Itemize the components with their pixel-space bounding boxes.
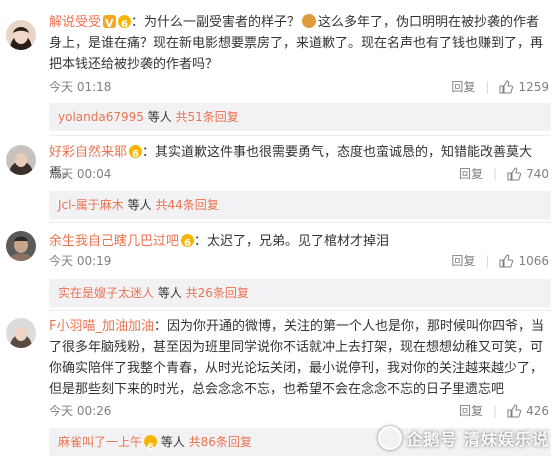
thumbs-up-icon[interactable] bbox=[507, 403, 522, 418]
avatar[interactable] bbox=[6, 145, 36, 175]
avatar[interactable] bbox=[6, 318, 36, 348]
comment-meta: 今天 01:18 回复 | 1259 bbox=[49, 78, 549, 95]
member-crown-icon bbox=[118, 14, 132, 35]
sub-reply-summary[interactable]: 实在是嫂子太迷人 等人 共26条回复 bbox=[49, 279, 551, 307]
divider bbox=[49, 135, 551, 136]
monkey-emoji-icon bbox=[302, 14, 317, 28]
reply-button[interactable]: 回复 bbox=[459, 402, 483, 419]
like-count: 1066 bbox=[518, 253, 549, 268]
sub-reply-count-link[interactable]: 共51条回复 bbox=[176, 110, 239, 124]
avatar[interactable] bbox=[6, 20, 36, 50]
watermark: 企鹅号 清妹娱乐说 bbox=[378, 426, 549, 450]
penguin-logo-icon bbox=[378, 426, 403, 450]
member-crown-icon bbox=[144, 434, 158, 462]
reply-button[interactable]: 回复 bbox=[451, 78, 475, 95]
comment-text: 余生我自己瞎几巴过吧：太迟了，兄弟。见了棺材才掉泪 bbox=[49, 231, 549, 254]
like-count: 426 bbox=[526, 403, 549, 418]
comment-meta: 今天 00:19 回复 | 1066 bbox=[49, 252, 549, 269]
comment-text: 解说受受：为什么一副受害者的样子？这么多年了，伪口明明在被抄袭的作者身上，是谁在… bbox=[49, 12, 549, 75]
timestamp: 今天 01:18 bbox=[49, 80, 112, 94]
member-crown-icon bbox=[181, 233, 195, 254]
divider bbox=[49, 222, 551, 223]
avatar[interactable] bbox=[6, 231, 36, 261]
timestamp: 今天 00:26 bbox=[49, 404, 112, 418]
sub-reply-count-link[interactable]: 共26条回复 bbox=[186, 286, 249, 300]
comment-meta: 今天 00:04 回复 | 740 bbox=[49, 165, 549, 182]
member-crown-icon bbox=[129, 144, 143, 165]
like-count: 740 bbox=[526, 166, 549, 181]
sub-reply-summary[interactable]: Jcl-属于麻木 等人 共44条回复 bbox=[49, 191, 551, 219]
sub-reply-count-link[interactable]: 共86条回复 bbox=[189, 435, 252, 449]
username-link[interactable]: 解说受受 bbox=[49, 15, 101, 30]
sub-reply-username[interactable]: 麻雀叫了一上午 bbox=[58, 435, 142, 449]
verified-v-icon bbox=[103, 13, 117, 34]
sub-reply-username[interactable]: Jcl-属于麻木 bbox=[58, 198, 124, 212]
reply-button[interactable]: 回复 bbox=[451, 252, 475, 269]
thumbs-up-icon[interactable] bbox=[507, 166, 522, 181]
comment-text: F小羽喵_加油加油：因为你开通的微博，关注的第一个人也是你，那时候叫你四爷，当了… bbox=[49, 319, 545, 397]
timestamp: 今天 00:04 bbox=[49, 167, 112, 181]
like-count: 1259 bbox=[518, 79, 549, 94]
comment-meta: 今天 00:26 回复 | 426 bbox=[49, 402, 549, 419]
sub-reply-username[interactable]: yolanda67995 bbox=[58, 110, 144, 124]
sub-reply-summary[interactable]: yolanda67995 等人 共51条回复 bbox=[49, 103, 551, 131]
sub-reply-count-link[interactable]: 共44条回复 bbox=[155, 198, 218, 212]
divider bbox=[49, 310, 551, 311]
thumbs-up-icon[interactable] bbox=[499, 253, 514, 268]
timestamp: 今天 00:19 bbox=[49, 254, 112, 268]
thumbs-up-icon[interactable] bbox=[499, 79, 514, 94]
username-link[interactable]: 余生我自己瞎几巴过吧 bbox=[49, 234, 179, 249]
username-link[interactable]: F小羽喵_加油加油 bbox=[49, 319, 154, 334]
username-link[interactable]: 好彩自然来耶 bbox=[49, 145, 127, 160]
reply-button[interactable]: 回复 bbox=[459, 165, 483, 182]
sub-reply-username[interactable]: 实在是嫂子太迷人 bbox=[58, 286, 154, 300]
